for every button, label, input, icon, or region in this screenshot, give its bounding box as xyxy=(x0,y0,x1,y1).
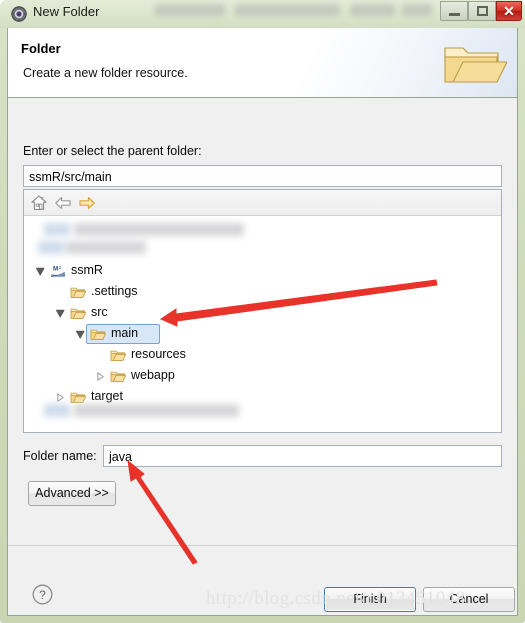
window-title: New Folder xyxy=(33,4,100,19)
folder-tree-panel: M 2 ssmR .settings src main resources webapp tar… xyxy=(23,189,502,433)
help-icon[interactable]: ? xyxy=(32,584,53,605)
home-icon[interactable] xyxy=(30,194,48,212)
title-bar[interactable]: New Folder ✕ xyxy=(0,0,525,28)
svg-text:?: ? xyxy=(39,588,46,602)
tree-item-webapp[interactable]: webapp xyxy=(24,366,494,387)
twisty-collapsed-icon[interactable] xyxy=(96,372,105,381)
svg-text:2: 2 xyxy=(59,265,62,270)
close-icon: ✕ xyxy=(503,3,515,19)
tree-item-label: target xyxy=(91,389,123,403)
parent-folder-label: Enter or select the parent folder: xyxy=(23,144,202,158)
blurred-background-text xyxy=(350,4,395,16)
twisty-expanded-icon[interactable] xyxy=(56,309,65,318)
twisty-collapsed-icon[interactable] xyxy=(56,393,65,402)
folder-icon xyxy=(70,308,86,319)
parent-folder-input[interactable]: ssmR/src/main xyxy=(23,165,502,187)
banner-title: Folder xyxy=(21,41,61,56)
tree-toolbar xyxy=(24,190,501,216)
folder-tree[interactable]: M 2 ssmR .settings src main resources webapp tar… xyxy=(24,217,501,432)
blurred-background-text xyxy=(402,4,432,16)
minimize-button[interactable] xyxy=(440,1,468,21)
open-folder-icon xyxy=(444,47,507,83)
tree-item-ssmR[interactable]: M 2 ssmR xyxy=(24,261,494,282)
folder-name-label: Folder name: xyxy=(23,449,97,463)
back-arrow-icon[interactable] xyxy=(54,194,72,212)
dialog-content: Enter or select the parent folder: ssmR/… xyxy=(8,99,517,544)
dialog-body: Folder Create a new folder resource. Ent… xyxy=(7,28,518,616)
svg-text:M: M xyxy=(53,266,58,273)
advanced-button[interactable]: Advanced >> xyxy=(28,481,116,506)
maven-project-icon: M2 xyxy=(51,265,65,277)
folder-icon xyxy=(90,329,106,340)
eclipse-wizard-icon xyxy=(11,6,27,22)
tree-item-label: ssmR xyxy=(71,263,103,277)
tree-item-label: resources xyxy=(131,347,186,361)
redacted-tree-row xyxy=(30,239,260,257)
wizard-banner: Folder Create a new folder resource. xyxy=(8,28,517,98)
tree-item-src[interactable]: src xyxy=(24,303,494,324)
banner-description: Create a new folder resource. xyxy=(23,66,188,80)
twisty-expanded-icon[interactable] xyxy=(76,330,85,339)
blurred-background-text xyxy=(155,4,225,16)
watermark-text: http://blog.csdn.net/u013451048 xyxy=(206,588,466,609)
maximize-icon xyxy=(477,6,488,16)
new-folder-dialog-window: New Folder ✕ Folder Create a new folder … xyxy=(0,0,525,623)
tree-item-label: .settings xyxy=(91,284,138,298)
folder-icon xyxy=(110,350,126,361)
close-button[interactable]: ✕ xyxy=(496,1,522,21)
twisty-expanded-icon[interactable] xyxy=(36,267,45,276)
maximize-button[interactable] xyxy=(468,1,496,21)
tree-item-dot-settings[interactable]: .settings xyxy=(24,282,494,303)
folder-name-input[interactable]: java xyxy=(103,445,502,467)
forward-arrow-icon[interactable] xyxy=(78,194,96,212)
minimize-icon xyxy=(449,13,460,16)
tree-item-label: src xyxy=(91,305,108,319)
tree-item-label: webapp xyxy=(131,368,175,382)
blurred-background-text xyxy=(235,4,340,16)
redacted-tree-row xyxy=(30,221,290,239)
folder-icon xyxy=(70,287,86,298)
tree-item-resources[interactable]: resources xyxy=(24,345,494,366)
tree-item-main[interactable]: main xyxy=(24,324,494,345)
folder-icon xyxy=(110,371,126,382)
tree-item-label: main xyxy=(111,326,139,340)
redacted-tree-row xyxy=(30,402,290,420)
